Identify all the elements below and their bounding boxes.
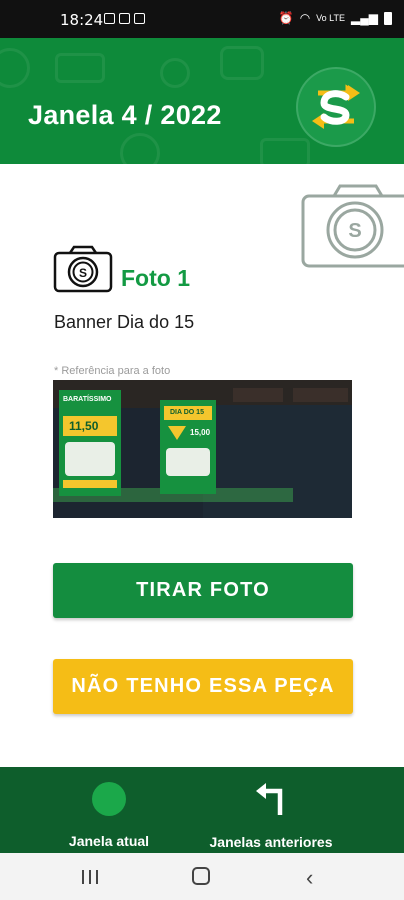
- alarm-icon: ⏰: [278, 11, 294, 25]
- nav-label: Janela atual: [68, 833, 150, 849]
- signal-icon: ▂▄▆: [351, 11, 378, 25]
- page-title: Janela 4 / 2022: [28, 100, 222, 130]
- camera-outline-icon: S: [301, 184, 404, 268]
- poster-price: 15,00: [190, 428, 211, 437]
- gallery-notification-icon: [104, 13, 115, 24]
- poster-price: 11,50: [69, 419, 99, 433]
- banner-poster: DIA DO 15 15,00: [160, 400, 216, 494]
- no-piece-button[interactable]: NÃO TENHO ESSA PEÇA: [53, 659, 353, 714]
- battery-icon: [384, 11, 392, 25]
- home-icon[interactable]: [192, 867, 210, 885]
- menu-strip: [293, 388, 348, 402]
- status-bar: 18:24 ⏰ ◠ Vo LTE ▂▄▆: [0, 0, 404, 38]
- subway-s-logo-icon: [296, 67, 376, 147]
- background-pattern-shape: [220, 46, 264, 80]
- poster-heading: BARATÍSSIMO: [63, 396, 112, 403]
- nav-previous-windows[interactable]: Janelas anteriores: [170, 767, 372, 853]
- background-pattern-shape: [260, 138, 310, 164]
- circle-icon: [92, 782, 126, 816]
- bottom-navigation: Janela atual Janelas anteriores: [0, 767, 404, 853]
- app-header: Janela 4 / 2022: [0, 38, 404, 164]
- status-time: 18:24: [60, 11, 104, 29]
- sandwich-image: [166, 448, 210, 476]
- signal-text: Vo LTE: [316, 13, 346, 23]
- poster-band: [63, 480, 117, 488]
- message-notification-icon: [119, 13, 130, 24]
- banner-poster: BARATÍSSIMO 11,50: [59, 390, 121, 496]
- menu-strip: [233, 388, 283, 402]
- wifi-icon: ◠: [299, 11, 311, 25]
- take-photo-button[interactable]: TIRAR FOTO: [53, 563, 353, 618]
- background-pattern-shape: [120, 133, 160, 164]
- system-navigation-bar: ‹: [0, 853, 404, 900]
- sandwich-image: [65, 442, 115, 476]
- photo-subtitle: Banner Dia do 15: [54, 312, 195, 332]
- back-icon[interactable]: ‹: [306, 865, 313, 891]
- nav-label: Janelas anteriores: [209, 834, 333, 850]
- reference-note: * Referência para a foto: [54, 365, 171, 377]
- camera-icon: S: [53, 245, 113, 293]
- poster-heading: DIA DO 15: [170, 409, 204, 416]
- background-pattern-shape: [160, 58, 190, 88]
- background-pattern-shape: [55, 53, 105, 83]
- turn-left-arrow-icon: [256, 783, 283, 815]
- app-notification-icon: [134, 13, 145, 24]
- svg-text:S: S: [79, 266, 87, 280]
- system-status-icons: ⏰ ◠ Vo LTE ▂▄▆: [279, 11, 392, 25]
- svg-text:S: S: [348, 220, 361, 242]
- background-pattern-shape: [0, 48, 30, 88]
- photo-title: Foto 1: [121, 265, 190, 291]
- reference-photo: BARATÍSSIMO 11,50 DIA DO 15 15,00: [53, 380, 352, 518]
- recent-apps-icon[interactable]: [80, 869, 100, 885]
- photo-heading: S Foto 1: [53, 245, 190, 293]
- poster-arrow: [168, 426, 186, 440]
- notification-icons: [104, 13, 145, 24]
